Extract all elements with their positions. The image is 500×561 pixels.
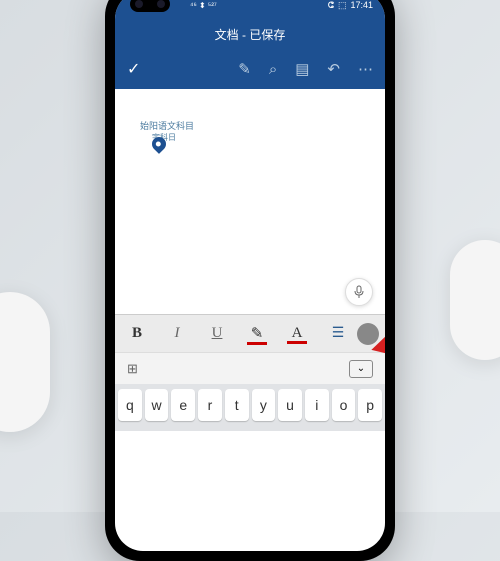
confirm-button[interactable]: ✓ — [127, 59, 140, 79]
underline-button[interactable]: U — [207, 325, 227, 342]
document-text-line[interactable]: 始阳语文科目 — [140, 119, 360, 132]
keyboard-suggestion-bar: ⊞ ⌄ — [115, 352, 385, 384]
key-u[interactable]: u — [278, 389, 302, 421]
camera-cutout — [130, 0, 170, 12]
bluetooth-icon: ⵛ — [328, 0, 334, 11]
mic-icon — [353, 285, 365, 299]
voice-input-button[interactable] — [345, 278, 373, 306]
key-w[interactable]: w — [145, 389, 169, 421]
battery-icon: ⬚ — [338, 0, 347, 11]
pen-icon[interactable]: ✎ — [238, 60, 251, 78]
more-icon[interactable]: ⋯ — [358, 60, 373, 78]
font-color-button[interactable]: A — [287, 325, 307, 342]
clock: 17:41 — [350, 0, 373, 10]
key-y[interactable]: y — [252, 389, 276, 421]
key-o[interactable]: o — [332, 389, 356, 421]
app-toolbar: ✓ ✎ ⌕ ▤ ↶ ⋯ — [115, 49, 385, 89]
keyboard-row: q w e r t y u i o p — [118, 389, 382, 421]
app-header: 文档 - 已保存 — [115, 19, 385, 49]
document-title: 文档 - 已保存 — [215, 26, 286, 43]
list-button[interactable]: ☰ — [327, 325, 347, 342]
document-canvas[interactable]: 始阳语文科目 宇科日 — [115, 89, 385, 314]
phone-frame: ⁴⁶ ⬍ ⁵²⁷ ⵛ ⬚ 17:41 文档 - 已保存 ✓ ✎ ⌕ ▤ ↶ ⋯ … — [105, 0, 395, 561]
key-r[interactable]: r — [198, 389, 222, 421]
key-i[interactable]: i — [305, 389, 329, 421]
undo-icon[interactable]: ↶ — [327, 60, 340, 78]
search-icon[interactable]: ⌕ — [269, 61, 277, 78]
keyboard-switch-icon[interactable]: ⊞ — [127, 361, 138, 377]
screen: ⁴⁶ ⬍ ⁵²⁷ ⵛ ⬚ 17:41 文档 - 已保存 ✓ ✎ ⌕ ▤ ↶ ⋯ … — [115, 0, 385, 551]
document-icon[interactable]: ▤ — [295, 60, 309, 78]
key-p[interactable]: p — [358, 389, 382, 421]
key-t[interactable]: t — [225, 389, 249, 421]
highlight-button[interactable]: ✎ — [247, 324, 267, 343]
background-decoration — [0, 292, 50, 432]
italic-button[interactable]: I — [167, 325, 187, 342]
key-q[interactable]: q — [118, 389, 142, 421]
format-toolbar: B I U ✎ A ☰ — [115, 314, 385, 352]
network-indicator: ⁴⁶ ⬍ ⁵²⁷ — [190, 1, 217, 10]
document-text-line[interactable]: 宇科日 — [152, 132, 360, 143]
key-e[interactable]: e — [171, 389, 195, 421]
keyboard-dismiss-button[interactable]: ⌄ — [349, 360, 373, 378]
background-decoration — [450, 240, 500, 360]
bold-button[interactable]: B — [127, 325, 147, 342]
keyboard: q w e r t y u i o p — [115, 384, 385, 431]
